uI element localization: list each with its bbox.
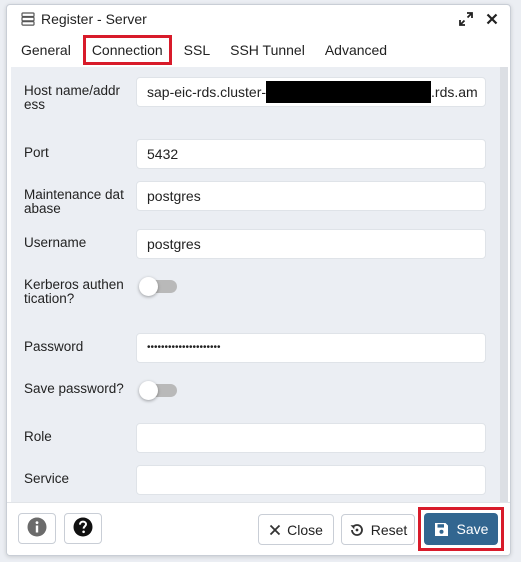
help-icon <box>73 517 93 540</box>
host-value-end: .rds.am <box>431 84 478 100</box>
reset-icon <box>349 522 365 538</box>
connection-form: Host name/address sap-eic-rds.cluster- .r… <box>11 67 508 502</box>
password-input[interactable]: ••••••••••••••••••••• <box>136 333 486 363</box>
reset-button[interactable]: Reset <box>341 514 415 545</box>
kerberos-toggle[interactable] <box>139 277 179 296</box>
maintenance-input[interactable]: postgres <box>136 181 486 211</box>
server-icon <box>21 12 35 26</box>
port-label: Port <box>24 145 49 160</box>
save-password-label: Save password? <box>24 381 124 396</box>
reset-button-label: Reset <box>370 521 408 538</box>
tab-bar: General Connection SSL SSH Tunnel Advanc… <box>7 33 510 67</box>
register-server-dialog: Register - Server General Connection SSL… <box>6 4 511 556</box>
dialog-titlebar[interactable]: Register - Server <box>7 5 510 33</box>
kerberos-label: Kerberos authentication? <box>24 277 124 306</box>
close-button[interactable]: Close <box>258 514 334 545</box>
tab-general[interactable]: General <box>13 36 79 64</box>
save-button-label: Save <box>456 521 489 537</box>
toggle-knob <box>139 381 158 400</box>
host-label: Host name/address <box>24 83 121 112</box>
close-icon[interactable] <box>484 11 500 27</box>
close-x-icon <box>269 524 281 536</box>
toggle-knob <box>139 277 158 296</box>
help-button[interactable] <box>64 513 102 544</box>
close-button-label: Close <box>287 521 323 538</box>
maintenance-label: Maintenance database <box>24 187 124 216</box>
floppy-disk-icon <box>434 522 449 537</box>
expand-icon[interactable] <box>458 11 474 27</box>
tab-ssh-tunnel[interactable]: SSH Tunnel <box>222 36 313 64</box>
tab-connection[interactable]: Connection <box>82 35 172 65</box>
save-highlight: Save <box>418 507 504 551</box>
save-password-toggle[interactable] <box>139 381 179 400</box>
info-icon <box>27 517 47 540</box>
role-label: Role <box>24 429 52 444</box>
host-value-start: sap-eic-rds.cluster- <box>147 84 267 100</box>
password-label: Password <box>24 339 84 354</box>
form-scrollbar[interactable] <box>500 67 508 502</box>
username-label: Username <box>24 235 87 250</box>
tab-advanced[interactable]: Advanced <box>317 36 395 64</box>
service-label: Service <box>24 471 70 486</box>
host-input[interactable]: sap-eic-rds.cluster- .rds.am <box>136 77 486 107</box>
dialog-title: Register - Server <box>41 11 147 27</box>
info-button[interactable] <box>18 513 56 544</box>
tab-ssl[interactable]: SSL <box>176 36 218 64</box>
service-input[interactable] <box>136 465 486 495</box>
username-input[interactable]: postgres <box>136 229 486 259</box>
port-input[interactable]: 5432 <box>136 139 486 169</box>
save-button[interactable]: Save <box>424 513 498 545</box>
redacted-block <box>266 81 432 104</box>
role-input[interactable] <box>136 423 486 453</box>
dialog-footer: Close Reset Save <box>7 502 510 555</box>
